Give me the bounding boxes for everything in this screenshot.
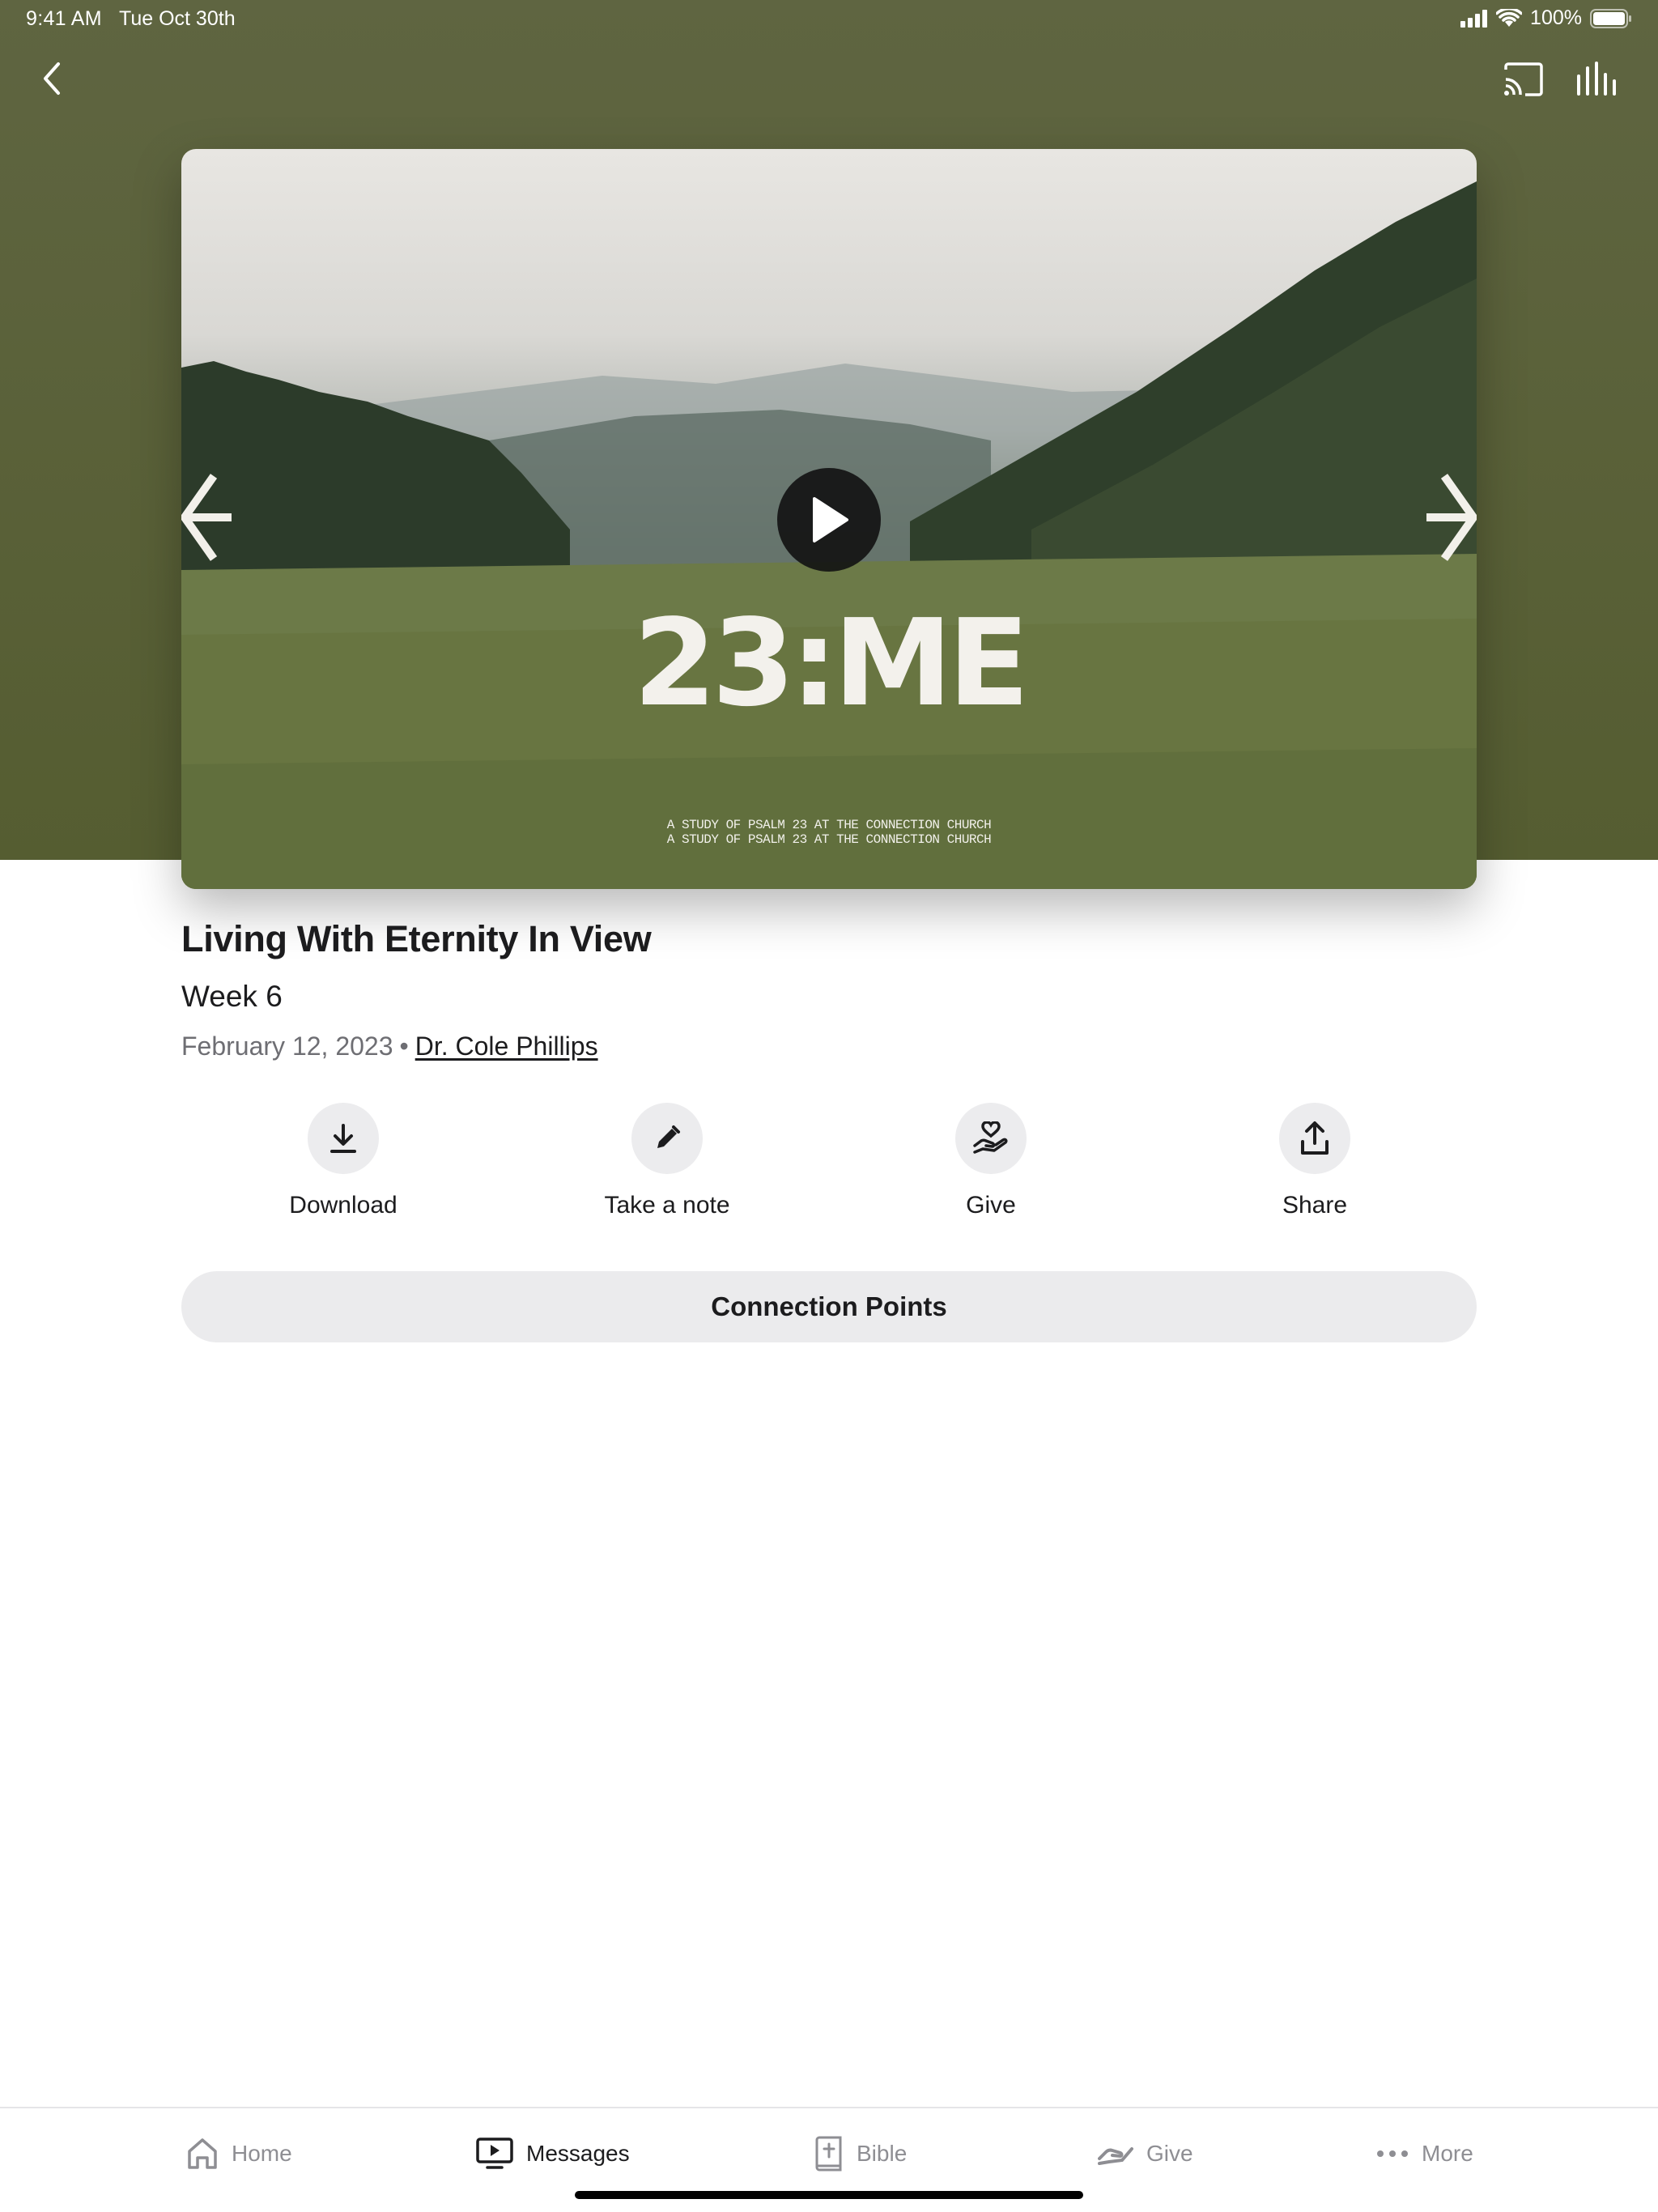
more-dots-icon	[1377, 2150, 1408, 2157]
pencil-icon	[657, 1125, 680, 1148]
series-subtitle: A STUDY OF PSALM 23 AT THE CONNECTION CH…	[181, 818, 1477, 847]
status-indicators: 100%	[1460, 6, 1632, 30]
tab-home-label: Home	[232, 2141, 292, 2166]
take-note-button[interactable]: Take a note	[562, 1103, 772, 1219]
share-label: Share	[1282, 1192, 1348, 1219]
series-title-art: 23:ME	[633, 593, 1030, 733]
bible-icon	[815, 2136, 842, 2172]
meta-separator: •	[399, 1032, 409, 1061]
play-button[interactable]	[777, 468, 881, 572]
connection-points-label: Connection Points	[711, 1291, 947, 1321]
share-button[interactable]: Share	[1209, 1103, 1420, 1219]
equalizer-icon	[1577, 62, 1616, 96]
action-row: Download Take a note Give Share	[181, 1103, 1477, 1224]
message-subtitle: Week 6	[181, 980, 283, 1013]
arrow-left-graphic	[181, 474, 232, 561]
tab-give[interactable]: Give	[1098, 2131, 1193, 2176]
give-icon	[1098, 2147, 1133, 2165]
tv-play-icon	[476, 2138, 513, 2169]
hand-heart-icon	[973, 1121, 1008, 1154]
tab-more-label: More	[1422, 2141, 1473, 2166]
status-bar: 9:41 AM Tue Oct 30th 100%	[0, 0, 1658, 39]
speaker-link[interactable]: Dr. Cole Phillips	[415, 1032, 598, 1061]
download-icon	[330, 1124, 356, 1153]
download-label: Download	[289, 1192, 397, 1219]
download-icon-circle	[308, 1103, 379, 1174]
video-player[interactable]: 23:ME A STUDY OF PSALM 23 AT THE CONNECT…	[181, 149, 1477, 889]
tab-give-label: Give	[1146, 2141, 1193, 2166]
tab-more[interactable]: More	[1376, 2131, 1473, 2176]
cast-icon	[1504, 62, 1543, 96]
download-button[interactable]: Download	[238, 1103, 449, 1219]
tab-home[interactable]: Home	[186, 2131, 292, 2176]
series-subtitle-line: A STUDY OF PSALM 23 AT THE CONNECTION CH…	[666, 832, 992, 847]
tab-bible-label: Bible	[857, 2141, 908, 2166]
share-icon	[1301, 1121, 1329, 1155]
cellular-signal-icon	[1460, 9, 1488, 28]
give-icon-circle	[955, 1103, 1027, 1174]
give-label: Give	[966, 1192, 1016, 1219]
share-icon-circle	[1279, 1103, 1350, 1174]
tab-messages-label: Messages	[526, 2141, 630, 2166]
message-date: February 12, 2023	[181, 1032, 393, 1061]
status-date: Tue Oct 30th	[119, 7, 236, 30]
battery-percent: 100%	[1530, 6, 1582, 29]
series-subtitle-line: A STUDY OF PSALM 23 AT THE CONNECTION CH…	[666, 818, 992, 832]
note-icon-circle	[631, 1103, 703, 1174]
back-button[interactable]	[36, 58, 68, 99]
audio-equalizer-button[interactable]	[1575, 62, 1618, 97]
tab-messages[interactable]: Messages	[476, 2131, 630, 2176]
play-icon	[813, 497, 848, 542]
connection-points-button[interactable]: Connection Points	[181, 1271, 1477, 1342]
chevron-left-icon	[44, 62, 60, 95]
give-button[interactable]: Give	[886, 1103, 1096, 1219]
wifi-icon	[1496, 8, 1523, 27]
home-indicator	[575, 2191, 1083, 2199]
cast-button[interactable]	[1503, 62, 1545, 97]
arrow-right-graphic	[1426, 474, 1477, 561]
message-meta: February 12, 2023 • Dr. Cole Phillips	[181, 1032, 598, 1061]
message-title: Living With Eternity In View	[181, 918, 652, 959]
tab-bible[interactable]: Bible	[814, 2131, 907, 2176]
home-icon	[188, 2138, 217, 2169]
status-time: 9:41 AM	[26, 7, 102, 30]
battery-icon	[1590, 8, 1631, 28]
take-note-label: Take a note	[604, 1192, 730, 1219]
